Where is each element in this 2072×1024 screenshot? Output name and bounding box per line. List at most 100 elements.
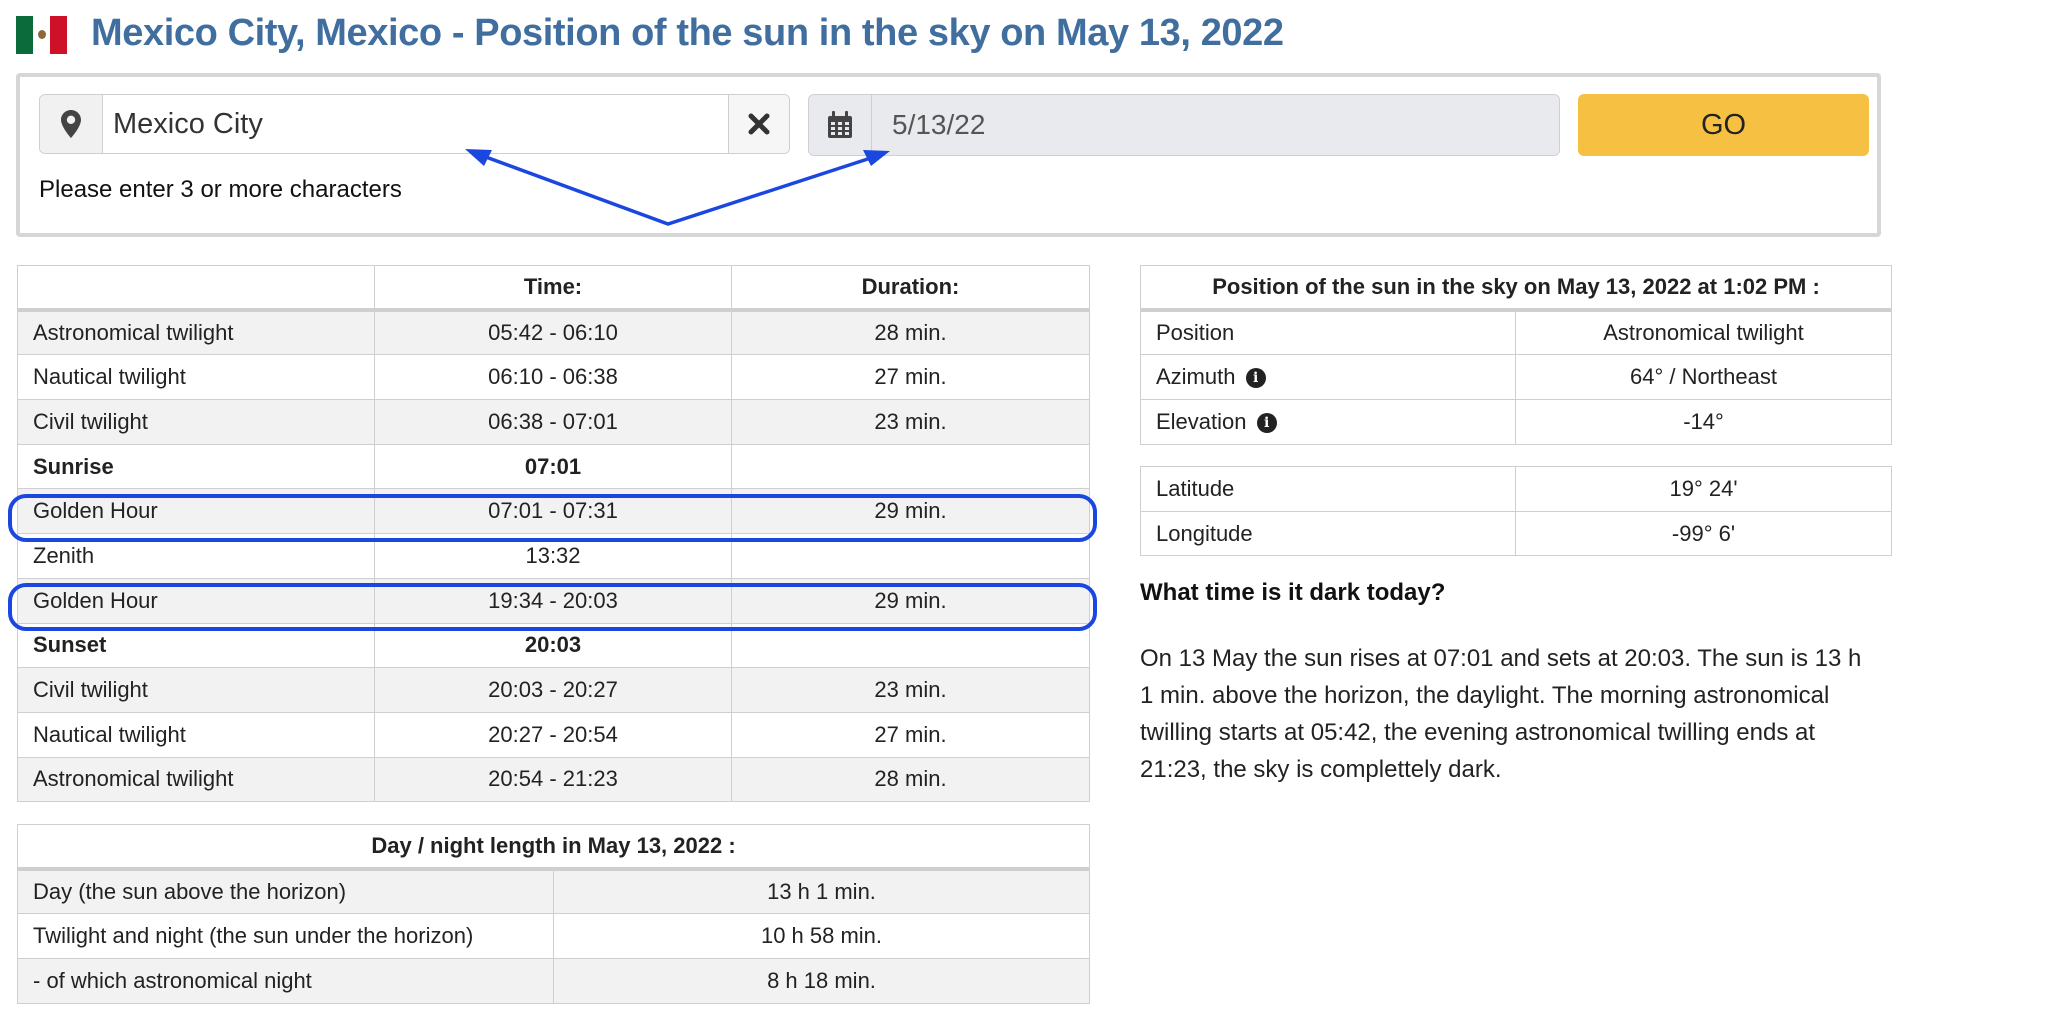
row-value: 10 h 58 min. [553,913,1090,960]
row-label: Sunset [17,622,375,669]
table-row: Day (the sun above the horizon) 13 h 1 mi… [17,868,1090,915]
day-night-header: Day / night length in May 13, 2022 : [17,824,1090,872]
row-duration: 27 min. [731,711,1090,758]
sun-position-header: Position of the sun in the sky on May 13… [1139,265,1893,313]
table-header-row: Position of the sun in the sky on May 13… [1139,265,1893,313]
row-duration: 28 min. [731,756,1090,803]
table-row: Elevation i -14° [1140,399,1893,445]
row-duration: 23 min. [731,399,1090,445]
row-label: Latitude [1156,475,1235,501]
table-row: Golden Hour 07:01 - 07:31 29 min. [17,488,1090,535]
row-label: Position [1156,320,1235,346]
table-row: Longitude -99° 6' [1140,510,1892,557]
info-icon[interactable]: i [1256,413,1277,434]
row-value: 8 h 18 min. [553,958,1090,1004]
row-time: 05:42 - 06:10 [374,309,732,356]
table-row: Civil twilight 20:03 - 20:27 23 min. [17,667,1090,713]
row-label: Longitude [1156,520,1253,546]
row-time: 19:34 - 20:03 [374,577,732,624]
row-duration [731,533,1090,579]
row-time: 06:38 - 07:01 [374,399,732,445]
location-input-group [39,94,790,154]
table-row: Position Astronomical twilight [1140,309,1893,356]
dark-question-heading: What time is it dark today? [1140,579,1446,606]
row-label-cell: Twilight and night (the sun under the ho… [17,913,554,960]
table-row: Latitude 19° 24' [1140,466,1892,512]
day-night-length-table: Day / night length in May 13, 2022 : Day… [17,824,1090,1004]
table-row: Nautical twilight 06:10 - 06:38 27 min. [17,354,1090,401]
row-time: 07:01 - 07:31 [374,488,732,535]
row-time: 20:54 - 21:23 [374,756,732,803]
row-value: -99° 6' [1515,510,1892,557]
row-time: 20:03 [374,622,732,669]
sun-position-table: Position of the sun in the sky on May 13… [1139,265,1893,445]
row-label: Nautical twilight [17,711,375,758]
table-header-row: Time: Duration: [17,265,1090,313]
row-label-cell: Elevation i [1140,399,1516,445]
row-label: Astronomical twilight [17,756,375,803]
row-label: Day (the sun above the horizon) [33,879,347,905]
row-duration: 29 min. [731,577,1090,624]
table-row: Civil twilight 06:38 - 07:01 23 min. [17,399,1090,445]
row-label-cell: Latitude [1140,466,1516,512]
dark-description: On 13 May the sun rises at 07:01 and set… [1140,645,1862,783]
column-header-time: Time: [374,265,732,313]
row-duration [731,443,1090,490]
date-input[interactable] [872,95,1559,155]
table-row: Zenith 13:32 [17,533,1090,579]
flag-white-stripe [33,16,50,54]
row-label-cell: Longitude [1140,510,1516,557]
column-header [17,265,375,313]
flag-red-stripe [50,16,67,54]
row-time: 06:10 - 06:38 [374,354,732,401]
table-row: Azimuth i 64° / Northeast [1140,354,1893,401]
coordinates-table: Latitude 19° 24' Longitude -99° 6' [1140,466,1892,557]
row-label-cell: Position [1140,309,1516,356]
row-label-cell: Azimuth i [1140,354,1516,401]
row-label: Golden Hour [17,488,375,535]
table-header-row: Day / night length in May 13, 2022 : [17,824,1090,872]
calendar-icon [809,95,872,155]
location-hint: Please enter 3 or more characters [39,176,402,203]
row-duration: 28 min. [731,309,1090,356]
row-label: Twilight and night (the sun under the ho… [33,923,474,949]
row-label: Civil twilight [17,399,375,445]
row-duration [731,622,1090,669]
row-value: Astronomical twilight [1514,309,1893,356]
mexico-flag-icon [16,16,67,54]
table-row: Nautical twilight 20:27 - 20:54 27 min. [17,711,1090,758]
close-icon [748,113,770,135]
row-duration: 27 min. [731,354,1090,401]
info-icon[interactable]: i [1245,368,1266,389]
go-button[interactable]: GO [1578,94,1869,156]
row-time: 20:27 - 20:54 [374,711,732,758]
row-label: Azimuth [1156,364,1236,390]
row-time: 20:03 - 20:27 [374,667,732,713]
row-label-cell: Day (the sun above the horizon) [17,868,554,915]
row-label: Nautical twilight [17,354,375,401]
row-label: Sunrise [17,443,375,490]
row-duration: 29 min. [731,488,1090,535]
table-row: Sunset 20:03 [17,622,1090,669]
row-label-cell: - of which astronomical night [17,958,554,1004]
row-time: 07:01 [374,443,732,490]
row-value: 13 h 1 min. [553,868,1090,915]
sun-times-table: Time: Duration: Astronomical twilight 05:… [17,265,1090,803]
row-label: Astronomical twilight [17,309,375,356]
row-value: 64° / Northeast [1514,354,1893,401]
column-header-duration: Duration: [731,265,1090,313]
row-label: - of which astronomical night [33,967,312,993]
table-row: Sunrise 07:01 [17,443,1090,490]
row-duration: 23 min. [731,667,1090,713]
page-title: Mexico City, Mexico - Position of the su… [91,12,1284,54]
table-row: Astronomical twilight 05:42 - 06:10 28 min… [17,309,1090,356]
row-time: 13:32 [374,533,732,579]
table-row: Twilight and night (the sun under the ho… [17,913,1090,960]
row-value: -14° [1514,399,1893,445]
date-input-group [808,94,1560,156]
row-label: Elevation [1156,408,1247,434]
row-label: Civil twilight [17,667,375,713]
location-input[interactable] [103,95,728,153]
row-label: Golden Hour [17,577,375,624]
clear-location-button[interactable] [728,95,789,153]
